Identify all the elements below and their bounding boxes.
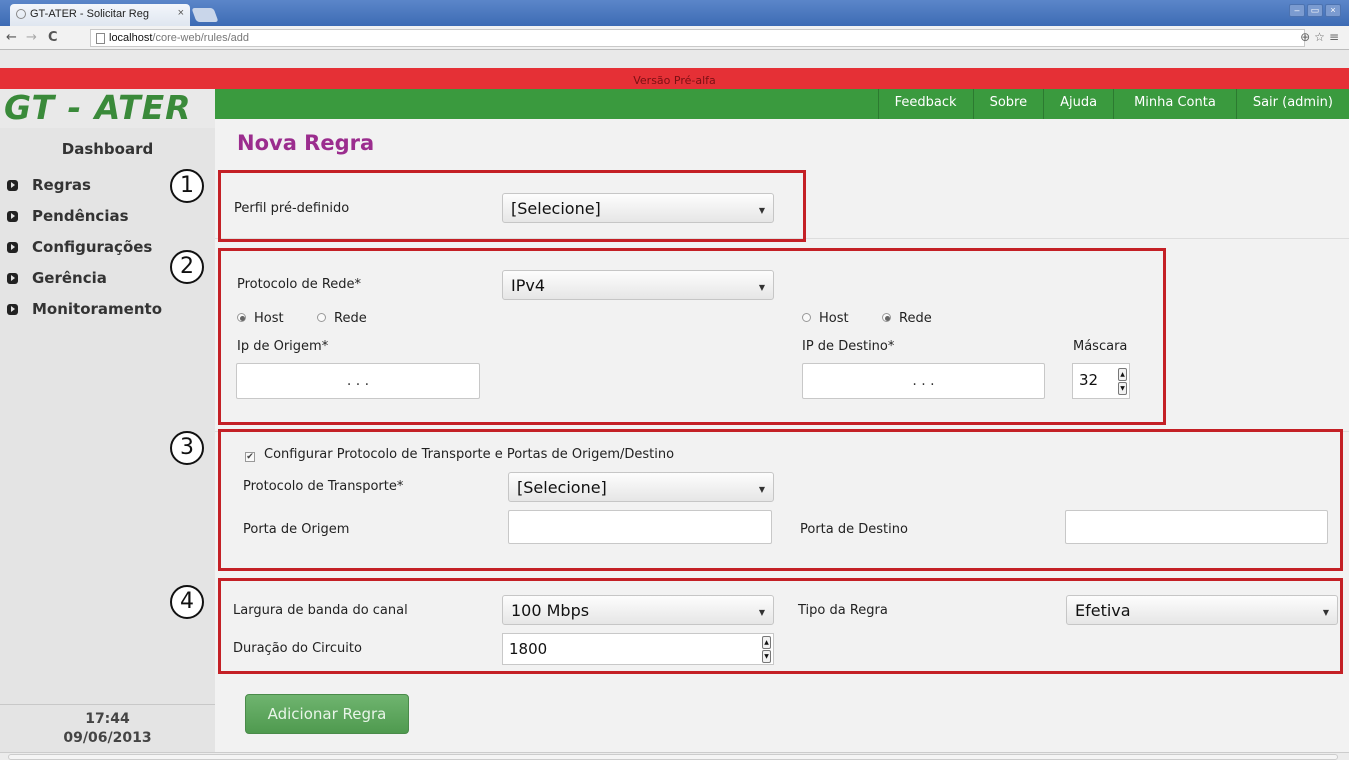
globe-icon xyxy=(16,9,26,19)
browser-tabstrip: GT-ATER - Solicitar Reg × – ▭ × xyxy=(0,0,1349,26)
annotation-number-2: 2 xyxy=(170,250,204,284)
annotation-box-1 xyxy=(218,170,806,242)
url-input[interactable]: localhost/core-web/rules/add xyxy=(90,29,1305,47)
annotation-box-3 xyxy=(218,429,1343,571)
nav-ajuda[interactable]: Ajuda xyxy=(1043,89,1113,119)
nav-feedback[interactable]: Feedback xyxy=(877,89,973,119)
sidebar-item-label: Pendências xyxy=(32,207,129,225)
sidebar-dashboard[interactable]: Dashboard xyxy=(0,140,215,158)
clock-time: 17:44 xyxy=(85,711,130,727)
annotation-number-1: 1 xyxy=(170,169,204,203)
clock-divider xyxy=(0,704,215,705)
bullet-icon xyxy=(7,211,18,222)
sidebar-item-monitoramento[interactable]: Monitoramento xyxy=(0,294,215,325)
horizontal-scrollbar[interactable] xyxy=(0,752,1349,760)
bullet-icon xyxy=(7,273,18,284)
nav-minha-conta[interactable]: Minha Conta xyxy=(1113,89,1236,119)
annotation-number-4: 4 xyxy=(170,585,204,619)
app-logo[interactable]: GT - ATER xyxy=(0,89,215,127)
close-window-icon[interactable]: × xyxy=(1325,4,1341,17)
tab-title: GT-ATER - Solicitar Reg xyxy=(30,8,152,20)
bullet-icon xyxy=(7,180,18,191)
reload-icon[interactable]: C xyxy=(48,30,58,45)
url-path: /core-web/rules/add xyxy=(152,32,250,44)
sidebar-item-label: Regras xyxy=(32,176,91,194)
new-tab-button[interactable] xyxy=(191,8,219,22)
browser-tab[interactable]: GT-ATER - Solicitar Reg × xyxy=(10,4,190,26)
page-icon xyxy=(96,33,105,44)
close-tab-icon[interactable]: × xyxy=(178,7,184,19)
nav-sair[interactable]: Sair (admin) xyxy=(1235,89,1349,119)
browser-menu-icons[interactable]: ⊕☆≡ xyxy=(1300,30,1343,44)
version-text: Versão Pré-alfa xyxy=(633,74,716,87)
sidebar-item-pendencias[interactable]: Pendências xyxy=(0,201,215,232)
address-bar: ← → C localhost/core-web/rules/add ⊕☆≡ xyxy=(0,26,1349,50)
top-navbar: Feedback Sobre Ajuda Minha Conta Sair (a… xyxy=(215,89,1349,119)
scrollbar-thumb[interactable] xyxy=(8,754,1338,760)
back-icon[interactable]: ← xyxy=(6,30,17,45)
annotation-number-3: 3 xyxy=(170,431,204,465)
annotation-box-4 xyxy=(218,578,1343,674)
nav-sobre[interactable]: Sobre xyxy=(972,89,1044,119)
clock: 17:44 09/06/2013 xyxy=(0,710,215,748)
clock-date: 09/06/2013 xyxy=(63,730,152,746)
sidebar-item-label: Configurações xyxy=(32,238,153,256)
bullet-icon xyxy=(7,304,18,315)
add-rule-button[interactable]: Adicionar Regra xyxy=(245,694,409,734)
version-banner: Versão Pré-alfa xyxy=(0,68,1349,90)
annotation-box-2 xyxy=(218,248,1166,425)
sidebar-item-label: Gerência xyxy=(32,269,107,287)
page-title: Nova Regra xyxy=(237,131,375,155)
restore-icon[interactable]: ▭ xyxy=(1307,4,1323,17)
minimize-icon[interactable]: – xyxy=(1289,4,1305,17)
bullet-icon xyxy=(7,242,18,253)
window-controls: – ▭ × xyxy=(1289,4,1341,17)
url-host: localhost xyxy=(109,32,153,44)
sidebar-item-label: Monitoramento xyxy=(32,300,163,318)
forward-icon[interactable]: → xyxy=(26,30,37,45)
